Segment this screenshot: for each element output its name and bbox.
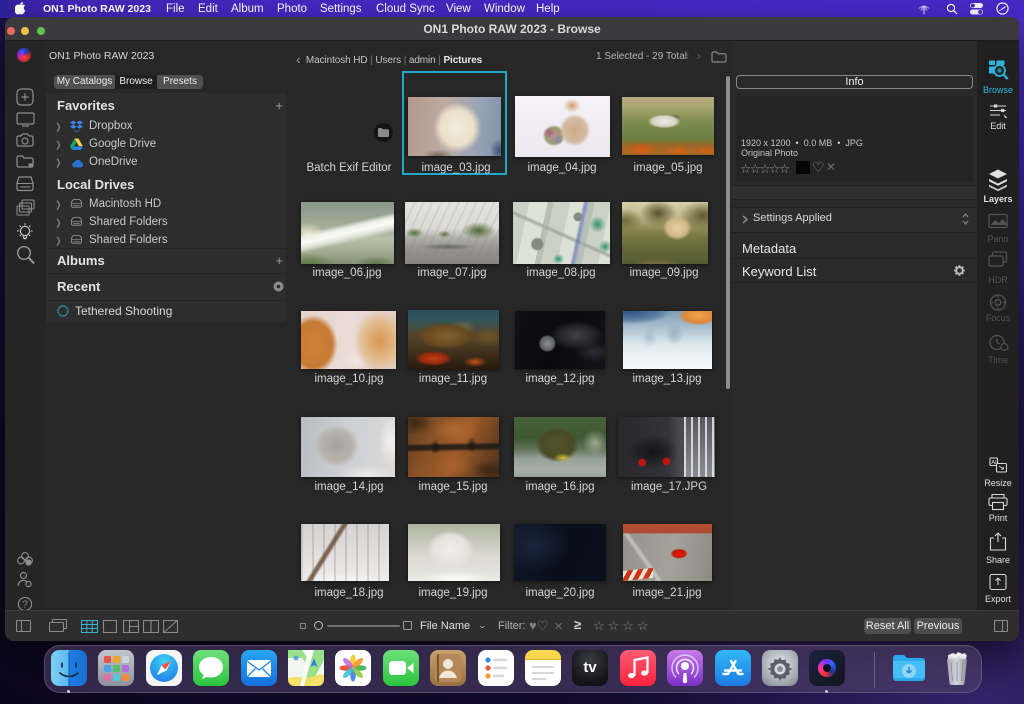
svg-text:?: ? — [22, 600, 28, 611]
